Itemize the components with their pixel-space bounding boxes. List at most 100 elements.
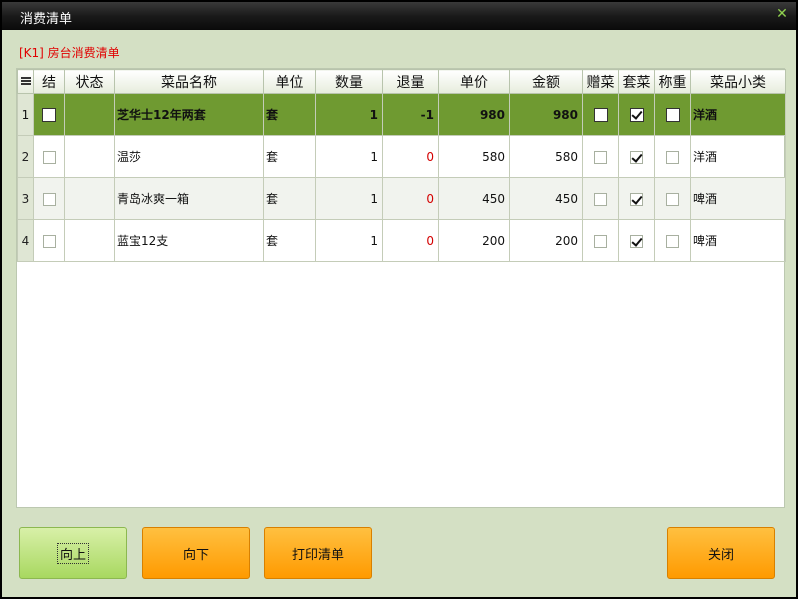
- close-icon[interactable]: ✕: [774, 6, 790, 22]
- col-header-quantity[interactable]: 数量: [315, 69, 383, 94]
- status-cell: [64, 177, 115, 220]
- set-meal-checkbox[interactable]: [630, 150, 643, 164]
- category-cell: 啤酒: [690, 177, 786, 220]
- col-header-set-meal[interactable]: 套菜: [618, 69, 655, 94]
- unit-price-cell: 200: [438, 219, 510, 262]
- settle-checkbox-cell[interactable]: [33, 93, 65, 136]
- amount-cell: 980: [509, 93, 583, 136]
- row-index: 4: [17, 219, 34, 262]
- quantity-cell: 1: [315, 93, 383, 136]
- gift-checkbox[interactable]: [594, 192, 607, 206]
- col-header-unit-price[interactable]: 单价: [438, 69, 510, 94]
- unit-cell: 套: [263, 177, 316, 220]
- status-cell: [64, 219, 115, 262]
- gift-checkbox[interactable]: [593, 107, 608, 122]
- order-table: 结 状态 菜品名称 单位 数量 退量 单价 金额 赠菜 套菜 称重 菜品小类 1: [17, 69, 786, 262]
- set-checkbox-cell[interactable]: [618, 177, 655, 220]
- move-down-button[interactable]: 向下: [142, 527, 250, 579]
- unit-price-cell: 580: [438, 135, 510, 178]
- return-qty-cell: 0: [382, 219, 439, 262]
- weighed-checkbox[interactable]: [665, 107, 680, 122]
- unit-price-cell: 450: [438, 177, 510, 220]
- category-cell: 洋酒: [690, 93, 786, 136]
- unit-cell: 套: [263, 93, 316, 136]
- settle-checkbox[interactable]: [42, 107, 56, 122]
- weigh-checkbox-cell[interactable]: [654, 135, 691, 178]
- gift-checkbox-cell[interactable]: [582, 93, 619, 136]
- col-header-settle[interactable]: 结: [33, 69, 65, 94]
- table-row[interactable]: 4 蓝宝12支 套 1 0 200 200 啤酒: [17, 219, 786, 262]
- print-list-button[interactable]: 打印清单: [264, 527, 372, 579]
- col-header-dish-name[interactable]: 菜品名称: [114, 69, 264, 94]
- table-header-row: 结 状态 菜品名称 单位 数量 退量 单价 金额 赠菜 套菜 称重 菜品小类: [17, 69, 786, 94]
- set-meal-checkbox[interactable]: [630, 192, 643, 206]
- close-button[interactable]: 关闭: [667, 527, 775, 579]
- settle-checkbox[interactable]: [42, 150, 56, 164]
- set-meal-checkbox[interactable]: [629, 107, 644, 122]
- gift-checkbox[interactable]: [594, 150, 607, 164]
- amount-cell: 200: [509, 219, 583, 262]
- set-checkbox-cell[interactable]: [618, 219, 655, 262]
- weighed-checkbox[interactable]: [666, 192, 679, 206]
- print-list-label: 打印清单: [291, 547, 344, 563]
- col-header-return-qty[interactable]: 退量: [382, 69, 439, 94]
- move-up-label: 向上: [56, 542, 89, 564]
- weighed-checkbox[interactable]: [666, 234, 679, 248]
- category-cell: 啤酒: [690, 219, 786, 262]
- weighed-checkbox[interactable]: [666, 150, 679, 164]
- table-row[interactable]: 1 芝华士12年两套 套 1 -1 980 980 洋酒: [17, 93, 786, 136]
- weigh-checkbox-cell[interactable]: [654, 219, 691, 262]
- row-index: 3: [17, 177, 34, 220]
- dish-name-cell: 青岛冰爽一箱: [114, 177, 264, 220]
- move-down-label: 向下: [182, 547, 209, 563]
- dish-name-cell: 芝华士12年两套: [114, 93, 264, 136]
- consumption-list-window: 消费清单 ✕ [K1] 房台消费清单 结 状态 菜品名称 单位 数量 退量 单价: [0, 0, 798, 599]
- quantity-cell: 1: [315, 219, 383, 262]
- category-cell: 洋酒: [690, 135, 786, 178]
- window-title: 消费清单: [20, 12, 73, 27]
- unit-cell: 套: [263, 135, 316, 178]
- status-cell: [64, 93, 115, 136]
- close-label: 关闭: [707, 547, 734, 563]
- amount-cell: 450: [509, 177, 583, 220]
- weigh-checkbox-cell[interactable]: [654, 93, 691, 136]
- col-header-status[interactable]: 状态: [64, 69, 115, 94]
- settle-checkbox[interactable]: [42, 192, 56, 206]
- title-bar: 消费清单 ✕: [2, 2, 796, 30]
- gift-checkbox-cell[interactable]: [582, 219, 619, 262]
- unit-cell: 套: [263, 219, 316, 262]
- col-header-gift[interactable]: 赠菜: [582, 69, 619, 94]
- weigh-checkbox-cell[interactable]: [654, 177, 691, 220]
- gift-checkbox[interactable]: [594, 234, 607, 248]
- quantity-cell: 1: [315, 135, 383, 178]
- dish-name-cell: 蓝宝12支: [114, 219, 264, 262]
- order-grid[interactable]: 结 状态 菜品名称 单位 数量 退量 单价 金额 赠菜 套菜 称重 菜品小类 1: [16, 68, 786, 508]
- room-subtitle: [K1] 房台消费清单: [19, 46, 120, 60]
- col-header-amount[interactable]: 金额: [509, 69, 583, 94]
- set-meal-checkbox[interactable]: [630, 234, 643, 248]
- col-header-weighed[interactable]: 称重: [654, 69, 691, 94]
- unit-price-cell: 980: [438, 93, 510, 136]
- quantity-cell: 1: [315, 177, 383, 220]
- settle-checkbox-cell[interactable]: [33, 219, 65, 262]
- col-header-unit[interactable]: 单位: [263, 69, 316, 94]
- status-cell: [64, 135, 115, 178]
- gift-checkbox-cell[interactable]: [582, 135, 619, 178]
- set-checkbox-cell[interactable]: [618, 93, 655, 136]
- move-up-button[interactable]: 向上: [19, 527, 127, 579]
- row-index: 2: [17, 135, 34, 178]
- set-checkbox-cell[interactable]: [618, 135, 655, 178]
- row-menu-icon[interactable]: [17, 69, 34, 94]
- settle-checkbox-cell[interactable]: [33, 135, 65, 178]
- table-row[interactable]: 3 青岛冰爽一箱 套 1 0 450 450 啤酒: [17, 177, 786, 220]
- dish-name-cell: 温莎: [114, 135, 264, 178]
- return-qty-cell: 0: [382, 177, 439, 220]
- col-header-category[interactable]: 菜品小类: [690, 69, 786, 94]
- settle-checkbox[interactable]: [42, 234, 56, 248]
- table-row[interactable]: 2 温莎 套 1 0 580 580 洋酒: [17, 135, 786, 178]
- return-qty-cell: 0: [382, 135, 439, 178]
- amount-cell: 580: [509, 135, 583, 178]
- row-index: 1: [17, 93, 34, 136]
- settle-checkbox-cell[interactable]: [33, 177, 65, 220]
- gift-checkbox-cell[interactable]: [582, 177, 619, 220]
